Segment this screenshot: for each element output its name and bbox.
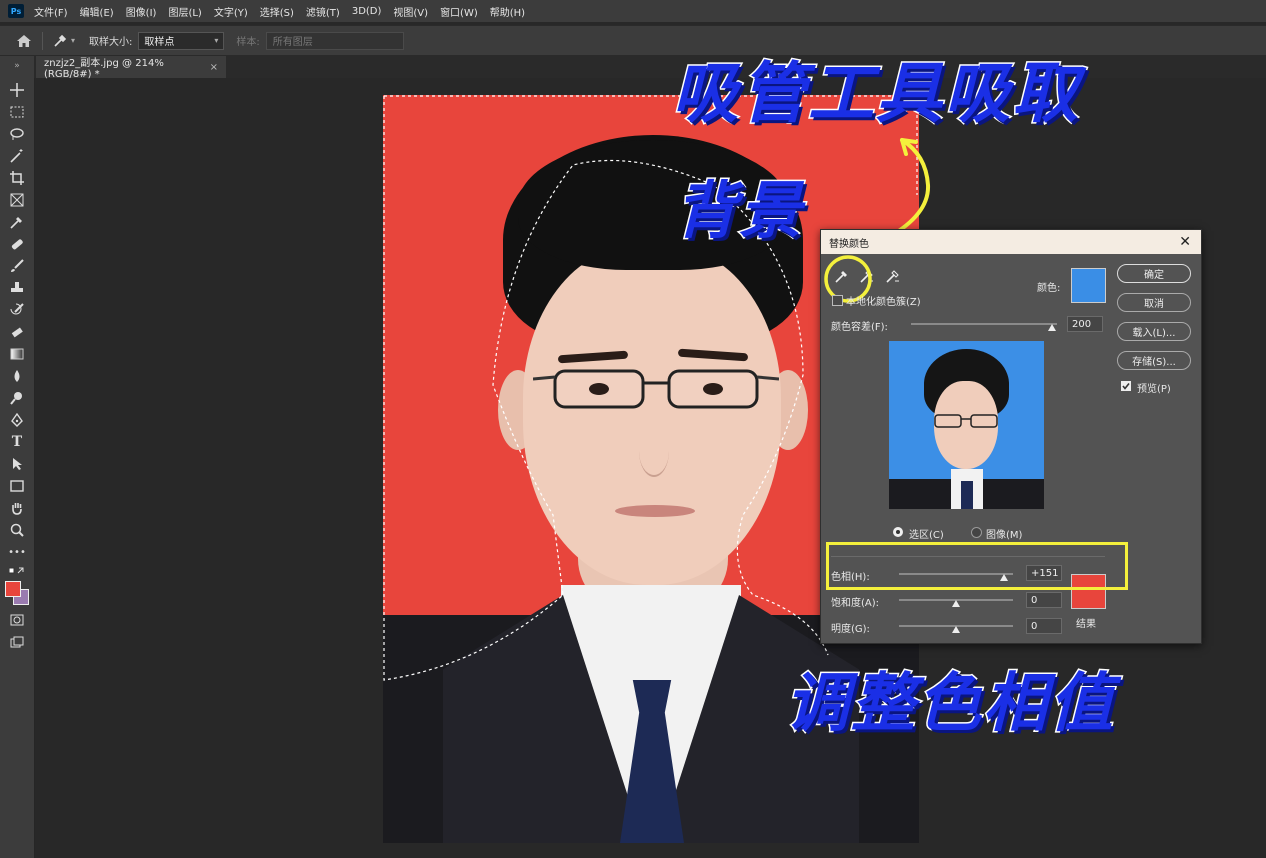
color-label: 颜色: bbox=[1037, 283, 1061, 294]
menu-edit[interactable]: 编辑(E) bbox=[80, 4, 114, 19]
menu-view[interactable]: 视图(V) bbox=[393, 4, 428, 19]
menu-type[interactable]: 文字(Y) bbox=[214, 4, 248, 19]
radio-selection-label: 选区(C) bbox=[909, 530, 944, 541]
blur-tool-icon[interactable] bbox=[9, 368, 25, 384]
eyedropper-preset-icon[interactable]: ▾ bbox=[53, 34, 75, 48]
result-label: 结果 bbox=[1076, 619, 1096, 630]
menu-layer[interactable]: 图层(L) bbox=[168, 4, 201, 19]
marquee-tool-icon[interactable] bbox=[9, 104, 25, 120]
ok-button[interactable]: 确定 bbox=[1117, 264, 1191, 283]
dodge-tool-icon[interactable] bbox=[9, 390, 25, 406]
document-tabs: znzjz2_副本.jpg @ 214%(RGB/8#) * × bbox=[34, 56, 1266, 80]
lightness-input[interactable]: 0 bbox=[1026, 618, 1062, 634]
cancel-button[interactable]: 取消 bbox=[1117, 293, 1191, 312]
annotation-highlight-box bbox=[826, 542, 1128, 590]
type-tool-icon[interactable]: T bbox=[9, 434, 25, 450]
pen-tool-icon[interactable] bbox=[9, 412, 25, 428]
dialog-titlebar: 替换颜色 ✕ bbox=[821, 230, 1201, 254]
sample-select[interactable]: 所有图层 bbox=[265, 31, 404, 50]
hand-tool-icon[interactable] bbox=[9, 500, 25, 516]
foreground-color-swatch[interactable] bbox=[5, 581, 21, 597]
portrait-glasses bbox=[533, 369, 779, 409]
fuzziness-input[interactable]: 200 bbox=[1067, 316, 1103, 332]
close-tab-icon[interactable]: × bbox=[210, 62, 218, 73]
lasso-tool-icon[interactable] bbox=[9, 126, 25, 142]
annotation-top-line1: 吸管工具吸取 bbox=[671, 54, 1080, 134]
divider bbox=[42, 31, 43, 50]
gradient-tool-icon[interactable] bbox=[9, 346, 25, 362]
menu-file[interactable]: 文件(F) bbox=[34, 4, 68, 19]
more-tools-icon[interactable]: ••• bbox=[8, 544, 26, 560]
crop-tool-icon[interactable] bbox=[9, 170, 25, 186]
load-button[interactable]: 载入(L)... bbox=[1117, 322, 1191, 341]
rectangle-tool-icon[interactable] bbox=[9, 478, 25, 494]
preview-checkbox[interactable] bbox=[1121, 381, 1131, 391]
sample-size-label: 取样大小: bbox=[89, 37, 133, 48]
portrait-face bbox=[523, 245, 781, 585]
save-button[interactable]: 存储(S)... bbox=[1117, 351, 1191, 370]
sample-size-select[interactable]: 取样点 ▾ bbox=[138, 31, 225, 50]
fuzziness-slider-thumb[interactable] bbox=[1048, 324, 1056, 331]
selected-color-swatch[interactable] bbox=[1071, 268, 1106, 303]
document-tab[interactable]: znzjz2_副本.jpg @ 214%(RGB/8#) * × bbox=[36, 56, 226, 80]
chevron-down-icon: ▾ bbox=[214, 36, 219, 45]
swap-colors-icon[interactable] bbox=[9, 564, 25, 580]
move-tool-icon[interactable] bbox=[9, 82, 25, 98]
checkmark-icon bbox=[1122, 383, 1130, 390]
lightness-label: 明度(G): bbox=[831, 624, 870, 635]
stamp-tool-icon[interactable] bbox=[9, 280, 25, 296]
preview-label: 预览(P) bbox=[1137, 384, 1171, 395]
eyedropper-minus-icon[interactable] bbox=[885, 268, 901, 284]
radio-image[interactable] bbox=[971, 527, 982, 538]
magic-wand-tool-icon[interactable] bbox=[9, 148, 25, 164]
zoom-tool-icon[interactable] bbox=[9, 522, 25, 538]
radio-selection[interactable] bbox=[893, 527, 903, 537]
menu-filter[interactable]: 滤镜(T) bbox=[306, 4, 340, 19]
photoshop-logo-icon: Ps bbox=[8, 4, 24, 18]
dialog-title: 替换颜色 bbox=[829, 238, 869, 250]
sample-label: 样本: bbox=[236, 37, 260, 48]
healing-brush-tool-icon[interactable] bbox=[9, 236, 25, 252]
radio-image-label: 图像(M) bbox=[986, 530, 1023, 541]
quick-mask-icon[interactable] bbox=[9, 612, 25, 628]
annotation-bottom: 调整色相值 bbox=[784, 666, 1115, 743]
selection-preview bbox=[889, 341, 1044, 509]
lightness-slider-thumb[interactable] bbox=[952, 626, 960, 633]
menu-bar: Ps 文件(F) 编辑(E) 图像(I) 图层(L) 文字(Y) 选择(S) 滤… bbox=[0, 0, 1266, 22]
history-brush-tool-icon[interactable] bbox=[9, 302, 25, 318]
home-icon[interactable] bbox=[16, 34, 32, 48]
fuzziness-label: 颜色容差(F): bbox=[831, 322, 888, 333]
path-selection-tool-icon[interactable] bbox=[9, 456, 25, 472]
menu-image[interactable]: 图像(I) bbox=[126, 4, 157, 19]
portrait-nose bbox=[639, 425, 669, 477]
annotation-top-line2: 背景 bbox=[673, 173, 804, 249]
brush-tool-icon[interactable] bbox=[9, 258, 25, 274]
screen-mode-icon[interactable] bbox=[9, 634, 25, 650]
menu-help[interactable]: 帮助(H) bbox=[490, 4, 525, 19]
eraser-tool-icon[interactable] bbox=[9, 324, 25, 340]
menu-select[interactable]: 选择(S) bbox=[260, 4, 294, 19]
fuzziness-slider[interactable] bbox=[911, 323, 1057, 325]
localized-checkbox[interactable] bbox=[832, 295, 843, 306]
localized-label: 本地化颜色簇(Z) bbox=[846, 297, 921, 308]
saturation-slider-thumb[interactable] bbox=[952, 600, 960, 607]
collapse-icon[interactable]: » bbox=[9, 58, 25, 74]
saturation-input[interactable]: 0 bbox=[1026, 592, 1062, 608]
tools-panel: » T ••• bbox=[0, 56, 35, 858]
close-icon[interactable]: ✕ bbox=[1179, 234, 1191, 250]
eyedropper-tool-icon[interactable] bbox=[9, 214, 25, 230]
menu-window[interactable]: 窗口(W) bbox=[440, 4, 478, 19]
frame-tool-icon[interactable] bbox=[9, 192, 25, 208]
menu-3d[interactable]: 3D(D) bbox=[352, 6, 382, 17]
saturation-label: 饱和度(A): bbox=[831, 598, 880, 609]
portrait-mouth bbox=[615, 505, 695, 517]
